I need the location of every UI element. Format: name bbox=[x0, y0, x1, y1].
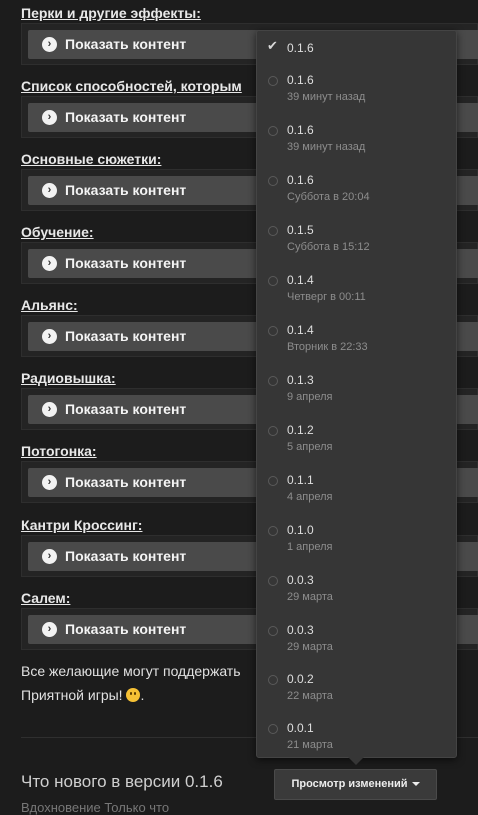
version-date: Четверг в 00:11 bbox=[287, 291, 366, 303]
section-title: Потогонка: bbox=[21, 443, 97, 459]
chevron-right-icon: › bbox=[42, 475, 57, 490]
show-content-label: Показать контент bbox=[65, 182, 187, 198]
version-dropdown: ✔ 0.1.6 0.1.6 39 минут назад 0.1.6 39 ми… bbox=[256, 30, 457, 758]
thanks-suffix: . bbox=[140, 687, 145, 703]
show-content-label: Показать контент bbox=[65, 621, 187, 637]
checkmark-icon: ✔ bbox=[267, 38, 278, 53]
version-number: 0.0.3 bbox=[287, 623, 314, 637]
version-date: 1 апреля bbox=[287, 541, 333, 553]
radio-icon bbox=[268, 626, 278, 636]
view-changes-button[interactable]: Просмотр изменений bbox=[274, 769, 437, 800]
section-title: Обучение: bbox=[21, 224, 94, 240]
support-text: Все желающие могут поддержать bbox=[21, 663, 241, 679]
version-number: 0.0.2 bbox=[287, 672, 314, 686]
thanks-text: Приятной игры! . bbox=[21, 687, 144, 703]
section-title: Салем: bbox=[21, 590, 71, 606]
version-date: 39 минут назад bbox=[287, 141, 366, 153]
version-date: Суббота в 20:04 bbox=[287, 191, 370, 203]
section-title: Альянс: bbox=[21, 297, 78, 313]
radio-icon bbox=[268, 724, 278, 734]
version-date: Суббота в 15:12 bbox=[287, 241, 370, 253]
version-date: 5 апреля bbox=[287, 441, 333, 453]
version-number: 0.1.4 bbox=[287, 273, 314, 287]
section-title: Перки и другие эффекты: bbox=[21, 5, 201, 21]
show-content-label: Показать контент bbox=[65, 474, 187, 490]
section-title: Список способностей, которым bbox=[21, 78, 242, 94]
chevron-right-icon: › bbox=[42, 183, 57, 198]
version-date: 29 марта bbox=[287, 641, 333, 653]
chevron-right-icon: › bbox=[42, 256, 57, 271]
section-title: Основные сюжетки: bbox=[21, 151, 162, 167]
version-number: 0.1.6 bbox=[287, 173, 314, 187]
radio-icon bbox=[268, 675, 278, 685]
version-date: 21 марта bbox=[287, 739, 333, 751]
version-number: 0.1.6 bbox=[287, 73, 314, 87]
radio-icon bbox=[268, 76, 278, 86]
version-date: 39 минут назад bbox=[287, 91, 366, 103]
version-number: 0.1.6 bbox=[287, 123, 314, 137]
show-content-label: Показать контент bbox=[65, 36, 187, 52]
version-number: 0.1.6 bbox=[287, 41, 314, 55]
version-date: 9 апреля bbox=[287, 391, 333, 403]
radio-icon bbox=[268, 526, 278, 536]
radio-icon bbox=[268, 476, 278, 486]
version-number: 0.1.0 bbox=[287, 523, 314, 537]
caret-down-icon bbox=[411, 782, 420, 786]
version-number: 0.1.3 bbox=[287, 373, 314, 387]
version-number: 0.1.5 bbox=[287, 223, 314, 237]
version-number: 0.0.1 bbox=[287, 721, 314, 735]
smile-emoji-icon bbox=[126, 688, 141, 702]
chevron-right-icon: › bbox=[42, 37, 57, 52]
radio-icon bbox=[268, 226, 278, 236]
chevron-right-icon: › bbox=[42, 110, 57, 125]
show-content-label: Показать контент bbox=[65, 109, 187, 125]
radio-icon bbox=[268, 126, 278, 136]
version-number: 0.0.3 bbox=[287, 573, 314, 587]
version-date: 4 апреля bbox=[287, 491, 333, 503]
version-number: 0.1.1 bbox=[287, 473, 314, 487]
radio-icon bbox=[268, 326, 278, 336]
version-date: 22 марта bbox=[287, 690, 333, 702]
version-date: Вторник в 22:33 bbox=[287, 341, 368, 353]
radio-icon bbox=[268, 276, 278, 286]
view-changes-label: Просмотр изменений bbox=[291, 778, 408, 790]
radio-icon bbox=[268, 576, 278, 586]
chevron-right-icon: › bbox=[42, 329, 57, 344]
section-title: Радиовышка: bbox=[21, 370, 116, 386]
show-content-label: Показать контент bbox=[65, 328, 187, 344]
show-content-label: Показать контент bbox=[65, 548, 187, 564]
thanks-label: Приятной игры! bbox=[21, 687, 123, 703]
radio-icon bbox=[268, 426, 278, 436]
radio-icon bbox=[268, 176, 278, 186]
whats-new-heading: Что нового в версии 0.1.6 bbox=[21, 772, 223, 791]
version-number: 0.1.4 bbox=[287, 323, 314, 337]
chevron-right-icon: › bbox=[42, 402, 57, 417]
chevron-right-icon: › bbox=[42, 549, 57, 564]
section-title: Кантри Кроссинг: bbox=[21, 517, 143, 533]
version-date: 29 марта bbox=[287, 591, 333, 603]
chevron-right-icon: › bbox=[42, 622, 57, 637]
show-content-label: Показать контент bbox=[65, 255, 187, 271]
show-content-label: Показать контент bbox=[65, 401, 187, 417]
version-number: 0.1.2 bbox=[287, 423, 314, 437]
radio-icon bbox=[268, 376, 278, 386]
dropdown-pointer bbox=[348, 757, 364, 765]
